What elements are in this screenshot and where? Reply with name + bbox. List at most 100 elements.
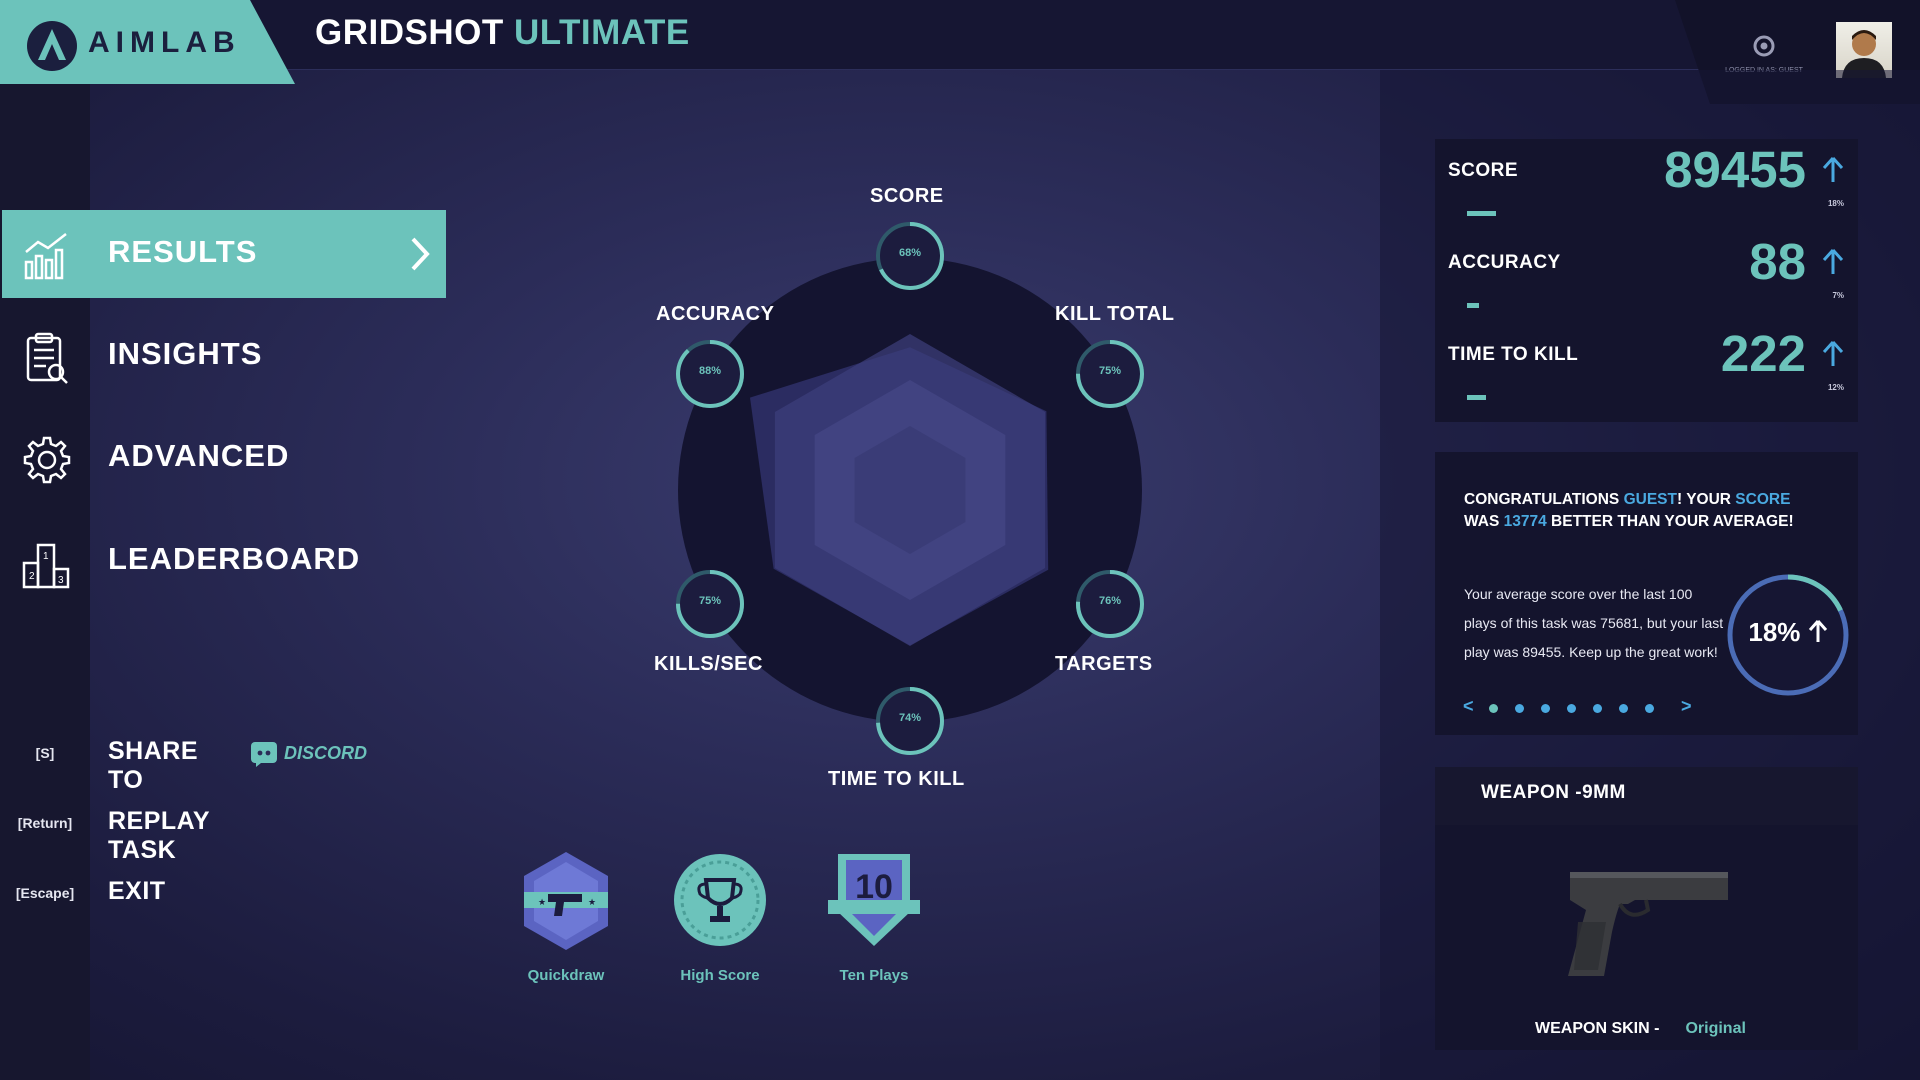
task-name: GRIDSHOT bbox=[315, 13, 504, 52]
radar-node-accuracy: 88% bbox=[674, 338, 746, 410]
nav-results[interactable]: RESULTS bbox=[2, 210, 446, 298]
stat-name: SCORE bbox=[1448, 160, 1519, 181]
nav-leaderboard-label: LEADERBOARD bbox=[108, 541, 361, 576]
badge-name: High Score bbox=[680, 967, 760, 984]
chevron-right-icon bbox=[411, 237, 430, 271]
stat-score: SCORE 89455 18% bbox=[1435, 139, 1858, 231]
carousel-dot[interactable] bbox=[1515, 704, 1524, 713]
discord-icon bbox=[251, 742, 277, 767]
carousel-dot[interactable] bbox=[1489, 704, 1498, 713]
radar-node-percent: 68% bbox=[898, 247, 922, 259]
svg-text:3: 3 bbox=[58, 575, 64, 586]
weapon-skin-value: Original bbox=[1685, 1020, 1746, 1037]
carousel-next-button[interactable]: > bbox=[1681, 696, 1692, 717]
congrats-text: WAS bbox=[1464, 513, 1504, 530]
nav-results-label: RESULTS bbox=[108, 234, 258, 269]
exit-hotkey: [Escape] bbox=[15, 885, 75, 901]
carousel-dot[interactable] bbox=[1593, 704, 1602, 713]
carousel-dot[interactable] bbox=[1645, 704, 1654, 713]
ten-plays-number: 10 bbox=[855, 868, 893, 906]
radar-chart: SCORE KILL TOTAL TARGETS TIME TO KILL KI… bbox=[640, 175, 1180, 795]
congrats-score-word: SCORE bbox=[1735, 491, 1791, 508]
weapon-header: WEAPON -9MM bbox=[1435, 767, 1858, 825]
stat-name: ACCURACY bbox=[1448, 252, 1561, 273]
badge-ten-plays[interactable]: 10 Ten Plays bbox=[819, 850, 929, 990]
svg-text:2: 2 bbox=[29, 571, 35, 582]
arrow-up-icon bbox=[1822, 248, 1844, 274]
chart-icon bbox=[24, 233, 67, 280]
svg-text:★: ★ bbox=[588, 897, 596, 907]
congrats-text: CONGRATULATIONS bbox=[1464, 491, 1624, 508]
radar-node-score: 68% bbox=[874, 220, 946, 292]
nav-insights[interactable]: INSIGHTS bbox=[2, 312, 446, 400]
trophy-badge-icon bbox=[674, 854, 766, 946]
badge-quickdraw[interactable]: ★ ★ Quickdraw bbox=[511, 850, 621, 990]
top-bar bbox=[0, 0, 1920, 70]
progress-ring: 18% bbox=[1725, 572, 1851, 698]
carousel-pager: < > bbox=[1463, 696, 1693, 719]
radar-label-targets: TARGETS bbox=[1055, 653, 1153, 675]
congrats-username: GUEST bbox=[1623, 491, 1677, 508]
congrats-heading: CONGRATULATIONS GUEST! YOUR SCORE WAS 13… bbox=[1464, 489, 1814, 533]
ten-plays-badge-icon: 10 bbox=[828, 854, 920, 946]
task-title: GRIDSHOT ULTIMATE bbox=[315, 13, 690, 53]
share-label: SHARE TO bbox=[108, 737, 199, 794]
progress-ring-label: 18% bbox=[1725, 617, 1851, 648]
carousel-dot[interactable] bbox=[1541, 704, 1550, 713]
replay-label: REPLAY TASK bbox=[108, 807, 210, 864]
stat-bar bbox=[1467, 211, 1496, 216]
arrow-up-icon bbox=[1822, 156, 1844, 182]
radar-node-time-to-kill: 74% bbox=[874, 685, 946, 757]
badge-name: Quickdraw bbox=[527, 967, 605, 984]
congrats-text: BETTER THAN YOUR AVERAGE! bbox=[1546, 513, 1794, 530]
congrats-text: ! YOUR bbox=[1677, 491, 1736, 508]
congrats-body: Your average score over the last 100 pla… bbox=[1464, 586, 1724, 660]
carousel-dot[interactable] bbox=[1619, 704, 1628, 713]
replay-hotkey: [Return] bbox=[17, 815, 73, 831]
radar-node-kills-sec: 75% bbox=[674, 568, 746, 640]
arrow-up-icon bbox=[1822, 340, 1844, 366]
arrow-up-icon bbox=[1808, 619, 1828, 643]
nav-advanced-label: ADVANCED bbox=[108, 438, 290, 473]
pistol-icon[interactable] bbox=[1560, 862, 1735, 982]
progress-ring-value: 18% bbox=[1748, 617, 1801, 647]
stats-card: SCORE 89455 18% ACCURACY 88 7% TIME TO K… bbox=[1435, 139, 1858, 422]
nav-insights-label: INSIGHTS bbox=[108, 336, 263, 371]
stat-name: TIME TO KILL bbox=[1448, 344, 1579, 365]
congrats-card: CONGRATULATIONS GUEST! YOUR SCORE WAS 13… bbox=[1435, 452, 1858, 735]
svg-text:★: ★ bbox=[538, 897, 546, 907]
radar-node-percent: 88% bbox=[698, 365, 722, 377]
pistol-badge-icon: ★ ★ bbox=[524, 852, 608, 950]
carousel-dot[interactable] bbox=[1567, 704, 1576, 713]
stat-bar bbox=[1467, 395, 1486, 400]
stat-accuracy: ACCURACY 88 7% bbox=[1435, 231, 1858, 323]
exit-label: EXIT bbox=[108, 877, 166, 905]
weapon-skin-label: WEAPON SKIN - bbox=[1535, 1020, 1660, 1037]
stat-time-to-kill: TIME TO KILL 222 12% bbox=[1435, 323, 1858, 415]
radar-node-percent: 74% bbox=[898, 712, 922, 724]
radar-label-time-to-kill: TIME TO KILL bbox=[828, 768, 965, 790]
task-variant: ULTIMATE bbox=[513, 13, 690, 52]
radar-node-percent: 75% bbox=[698, 595, 722, 607]
weapon-title: WEAPON -9MM bbox=[1481, 782, 1626, 803]
stat-value: 88 bbox=[1749, 233, 1806, 290]
badge-high-score[interactable]: High Score bbox=[665, 850, 775, 990]
aimlab-logo-icon bbox=[27, 21, 77, 71]
stat-bar bbox=[1467, 303, 1479, 308]
nav-leaderboard[interactable]: 2 1 3 LEADERBOARD bbox=[2, 517, 446, 605]
stat-value: 222 bbox=[1720, 325, 1806, 382]
radar-label-kill-total: KILL TOTAL bbox=[1055, 303, 1175, 325]
discord-label: DISCORD bbox=[284, 743, 368, 763]
settings-icon[interactable] bbox=[1752, 34, 1776, 58]
radar-node-percent: 76% bbox=[1098, 595, 1122, 607]
logo[interactable]: AIMLAB bbox=[0, 0, 295, 84]
stat-change: 18% bbox=[1827, 199, 1844, 208]
svg-text:1: 1 bbox=[43, 551, 49, 562]
nav-advanced[interactable]: ADVANCED bbox=[2, 414, 446, 502]
radar-label-accuracy: ACCURACY bbox=[656, 303, 775, 325]
carousel-prev-button[interactable]: < bbox=[1463, 696, 1474, 717]
radar-label-score: SCORE bbox=[870, 185, 944, 207]
weapon-skin: WEAPON SKIN - Original bbox=[1535, 1020, 1746, 1038]
gear-icon bbox=[23, 436, 71, 484]
stat-change: 12% bbox=[1827, 383, 1844, 392]
